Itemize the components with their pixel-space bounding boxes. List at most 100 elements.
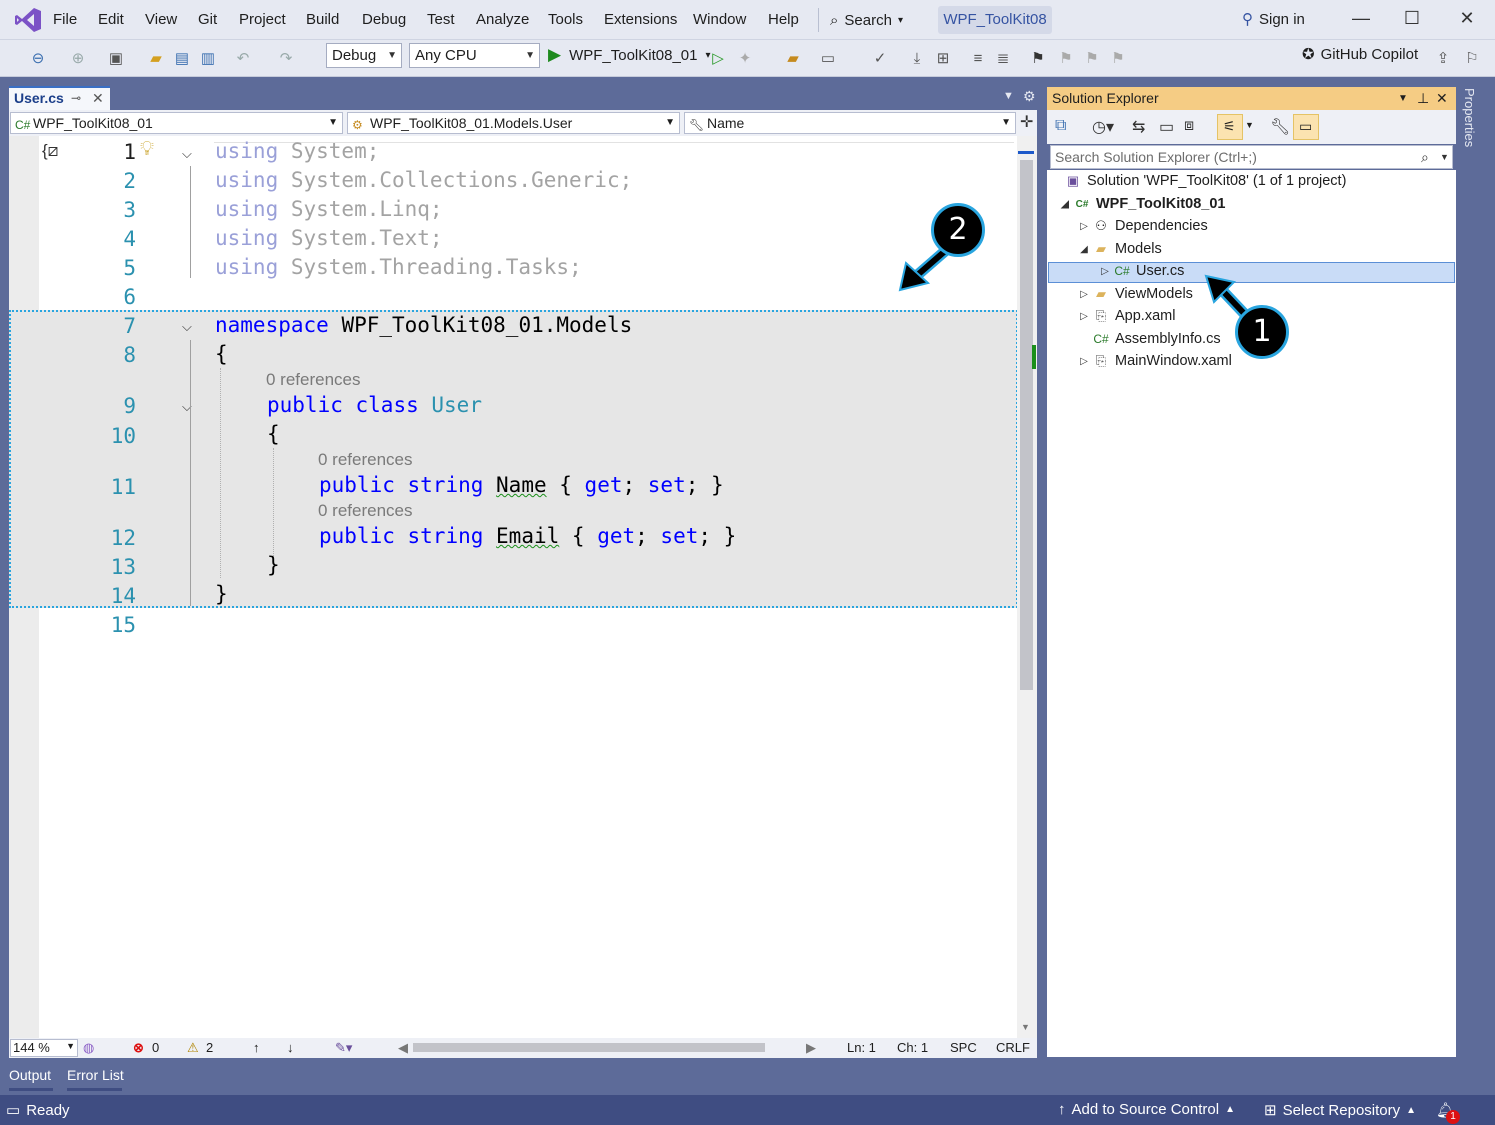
properties-wrench-icon[interactable]: 🔧︎ [1270, 117, 1290, 137]
start-debugging-button[interactable]: ▶ WPF_ToolKit08_01 ▾ [548, 44, 711, 66]
comment-icon[interactable]: ≡ [968, 49, 988, 69]
collapsed-arrow-icon[interactable]: ▷ [1077, 356, 1091, 367]
tree-node-models[interactable]: ◢ ▰ Models [1077, 241, 1162, 257]
collapsed-arrow-icon[interactable]: ▷ [1077, 221, 1091, 232]
save-icon[interactable]: ▤ [172, 49, 192, 69]
scroll-down-icon[interactable]: ▼ [1021, 1022, 1030, 1032]
search-button[interactable]: ⌕ Search ▾ [830, 7, 920, 33]
solution-platform-select[interactable]: Any CPU ▼ [409, 43, 540, 68]
preview-selected-button[interactable]: ▭ [1293, 114, 1319, 140]
member-dropdown[interactable]: 🔧︎ Name ▼ [684, 112, 1016, 134]
pin-icon[interactable]: ⊥ [1417, 87, 1429, 110]
output-window-icon[interactable]: ▭ [6, 1101, 20, 1119]
close-icon[interactable]: ✕ [1436, 87, 1448, 110]
collapse-all-icon[interactable]: ⧈ [1184, 117, 1194, 135]
tree-node-app-xaml[interactable]: ▷ ⎘ App.xaml [1077, 308, 1175, 324]
lightbulb-icon[interactable]: 💡︎ [140, 138, 154, 161]
solution-explorer-search-input[interactable]: Search Solution Explorer (Ctrl+;) ⌕ ▼ [1050, 145, 1453, 169]
horizontal-scrollbar-thumb[interactable] [413, 1043, 765, 1052]
pin-icon[interactable]: ⊸ [71, 88, 81, 109]
chevron-down-icon[interactable]: ▼ [1245, 120, 1254, 130]
layout-icon[interactable]: ▭ [818, 49, 838, 69]
close-tab-icon[interactable]: ✕ [92, 88, 104, 109]
open-folder-icon[interactable]: ▰ [146, 49, 166, 69]
expanded-arrow-icon[interactable]: ◢ [1077, 244, 1091, 255]
redo-icon[interactable]: ↷ [276, 49, 296, 69]
hot-reload-icon[interactable]: ✦ [735, 49, 755, 69]
codelens-references[interactable]: 0 references [318, 501, 413, 521]
scrollbar-thumb[interactable] [1020, 160, 1033, 690]
zoom-select[interactable]: 144 % ▼ [10, 1039, 78, 1057]
chevron-down-icon[interactable]: ▼ [1440, 146, 1449, 168]
line-ending-indicator[interactable]: CRLF [996, 1040, 1030, 1055]
breakpoints-icon[interactable]: ⊞ [933, 49, 953, 69]
menu-window[interactable]: Window [693, 11, 746, 28]
notifications-button[interactable]: 🔔︎ 1 [1436, 1101, 1460, 1124]
code-cleanup-icon[interactable]: ✎▾ [335, 1040, 352, 1056]
undo-icon[interactable]: ↶ [233, 49, 253, 69]
navigate-forward-icon[interactable]: ⊕ [68, 49, 88, 69]
menu-project[interactable]: Project [239, 11, 286, 28]
menu-view[interactable]: View [145, 11, 177, 28]
tree-node-mainwindow[interactable]: ▷ ⎘ MainWindow.xaml [1077, 353, 1232, 369]
type-dropdown[interactable]: ⚙ WPF_ToolKit08_01.Models.User ▼ [347, 112, 680, 134]
next-issue-icon[interactable]: ↓ [287, 1040, 294, 1055]
navigate-back-icon[interactable]: ⊖ [28, 49, 48, 69]
codelens-references[interactable]: 0 references [318, 450, 413, 470]
collapsed-arrow-icon[interactable]: ▷ [1098, 266, 1112, 277]
tab-error-list[interactable]: Error List [67, 1067, 124, 1083]
scroll-left-icon[interactable]: ◀ [398, 1040, 408, 1056]
properties-tab-label[interactable]: Properties [1462, 88, 1477, 147]
tree-node-user-cs[interactable]: ▷ C# User.cs [1098, 263, 1184, 279]
settings-gear-icon[interactable]: ⚙ [1023, 88, 1036, 105]
warning-count[interactable]: 2 [206, 1040, 213, 1055]
tree-node-dependencies[interactable]: ▷ ⚇ Dependencies [1077, 218, 1208, 234]
split-editor-icon[interactable]: ✛ [1020, 112, 1033, 132]
previous-issue-icon[interactable]: ↑ [253, 1040, 260, 1055]
folder-icon[interactable]: ▰ [783, 49, 803, 69]
menu-git[interactable]: Git [198, 11, 217, 28]
whitespace-indicator[interactable]: SPC [950, 1040, 977, 1055]
codelens-references[interactable]: 0 references [266, 370, 361, 390]
minimize-button[interactable]: — [1346, 8, 1376, 32]
menu-edit[interactable]: Edit [98, 11, 124, 28]
error-count[interactable]: 0 [152, 1040, 159, 1055]
menu-debug[interactable]: Debug [362, 11, 406, 28]
scroll-right-icon[interactable]: ▶ [806, 1040, 816, 1056]
collapsed-arrow-icon[interactable]: ▷ [1077, 289, 1091, 300]
project-dropdown[interactable]: C# WPF_ToolKit08_01 ▼ [10, 112, 343, 134]
github-copilot-button[interactable]: ✪ GitHub Copilot [1302, 45, 1418, 64]
tree-node-viewmodels[interactable]: ▷ ▰ ViewModels [1077, 286, 1193, 302]
add-to-source-control-button[interactable]: ↑ Add to Source Control ▲ [1058, 1101, 1235, 1118]
share-icon[interactable]: ⇪ [1433, 49, 1453, 69]
collapsed-arrow-icon[interactable]: ▷ [1077, 311, 1091, 322]
menu-file[interactable]: File [53, 11, 77, 28]
show-all-files-button[interactable]: ⚟ [1217, 114, 1243, 140]
tree-node-solution[interactable]: ▣ Solution 'WPF_ToolKit08' (1 of 1 projec… [1063, 173, 1347, 189]
bookmark-prev-icon[interactable]: ⚑ [1056, 49, 1076, 69]
error-icon[interactable]: ⊗ [133, 1040, 144, 1056]
tab-user-cs[interactable]: User.cs ⊸ ✕ [9, 86, 110, 110]
bookmark-next-icon[interactable]: ⚑ [1082, 49, 1102, 69]
tab-list-dropdown-icon[interactable]: ▼ [1003, 90, 1014, 102]
char-indicator[interactable]: Ch: 1 [897, 1040, 928, 1055]
step-icon[interactable]: ⤓ [907, 49, 927, 69]
sign-in-button[interactable]: ⚲ Sign in [1242, 10, 1305, 29]
close-button[interactable]: ✕ [1452, 8, 1482, 32]
spell-check-icon[interactable]: ✓ [870, 49, 890, 69]
refresh-icon[interactable]: ▭ [1159, 117, 1174, 137]
collapse-chevron-icon[interactable]: ⌵ [182, 319, 192, 335]
tree-node-project[interactable]: ◢ C# WPF_ToolKit08_01 [1058, 196, 1225, 212]
menu-build[interactable]: Build [306, 11, 339, 28]
bookmark-clear-icon[interactable]: ⚑ [1108, 49, 1128, 69]
line-indicator[interactable]: Ln: 1 [847, 1040, 876, 1055]
menu-tools[interactable]: Tools [548, 11, 583, 28]
search-icon[interactable]: ⌕ [1421, 146, 1429, 168]
start-without-debugging-icon[interactable]: ▷ [708, 49, 728, 69]
feedback-icon[interactable]: ⚐ [1462, 49, 1482, 69]
visual-studio-logo-icon[interactable] [14, 7, 42, 33]
collapse-chevron-icon[interactable]: ⌵ [182, 146, 192, 162]
warning-icon[interactable]: ⚠ [187, 1040, 199, 1056]
menu-test[interactable]: Test [427, 11, 455, 28]
tab-output[interactable]: Output [9, 1067, 51, 1083]
